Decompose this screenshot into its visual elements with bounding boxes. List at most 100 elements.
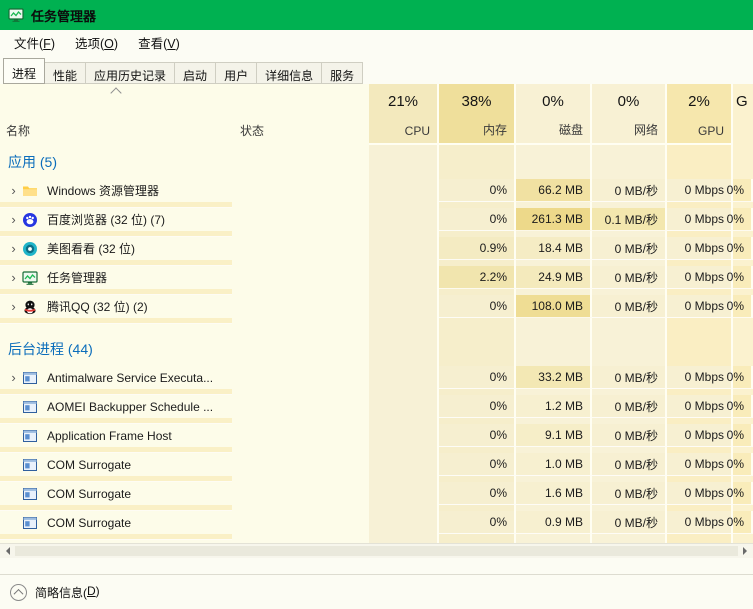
section-title: 后台进程 (44)	[8, 339, 93, 359]
process-row[interactable]: › Application Frame Host 0% 9.1 MB 0 MB/…	[0, 424, 753, 453]
process-status-cell	[369, 395, 439, 418]
cpu-value-cell: 0%	[439, 482, 516, 505]
tab-app-history[interactable]: 应用历史记录	[85, 62, 175, 84]
process-list: 应用 (5) › Windows 资源管理器 0% 66.2 MB 0 MB/秒…	[0, 145, 753, 543]
process-row[interactable]: › COM Surrogate 0% 1.0 MB 0 MB/秒 0 Mbps …	[0, 453, 753, 482]
process-name-cell: › 美图看看 (32 位)	[0, 237, 369, 260]
disk-value-cell: 0 MB/秒	[592, 511, 667, 534]
column-header-gpu[interactable]: 2% GPU	[667, 84, 733, 145]
network-value-cell: 0 Mbps	[667, 482, 733, 505]
section-title: 应用 (5)	[8, 152, 57, 172]
tab-services[interactable]: 服务	[321, 62, 363, 84]
menu-view[interactable]: 查看(V)	[128, 30, 190, 55]
process-name: 百度浏览器 (32 位) (7)	[47, 211, 165, 228]
process-status-cell	[369, 424, 439, 447]
task-manager-window: 任务管理器 文件(F) 选项(O) 查看(V) 进程 性能 应用历史记录 启动 …	[0, 0, 753, 609]
tab-performance[interactable]: 性能	[44, 62, 86, 84]
network-value-cell: 0 Mbps	[667, 366, 733, 389]
memory-column-label: 内存	[446, 121, 507, 138]
gpu-value-cell: 0%	[733, 366, 753, 389]
column-header-network[interactable]: 0% 网络	[592, 84, 667, 145]
disk-value-cell: 0 MB/秒	[592, 482, 667, 505]
process-row[interactable]: › AOMEI Backupper Schedule ... 0% 1.2 MB…	[0, 395, 753, 424]
cpu-value-cell: 0.9%	[439, 237, 516, 260]
menu-options[interactable]: 选项(O)	[65, 30, 128, 55]
fewer-details-label: 简略信息(D)	[35, 584, 100, 601]
tab-processes[interactable]: 进程	[3, 58, 45, 84]
scroll-right-button[interactable]	[738, 544, 753, 558]
column-header-memory[interactable]: 38% 内存	[439, 84, 516, 145]
bottom-spacer	[0, 558, 753, 574]
expand-chevron-icon[interactable]: ›	[5, 213, 22, 226]
generic-icon	[22, 486, 38, 502]
tabstrip: 进程 性能 应用历史记录 启动 用户 详细信息 服务	[0, 55, 753, 84]
fewer-details-button[interactable]: 简略信息(D)	[10, 584, 100, 601]
process-status-cell	[369, 511, 439, 534]
process-row[interactable]: › Antimalware Service Executa... 0% 33.2…	[0, 366, 753, 395]
process-name-cell: › COM Surrogate	[0, 482, 369, 505]
process-row[interactable]: › 任务管理器 2.2% 24.9 MB 0 MB/秒 0 Mbps 0%	[0, 266, 753, 295]
gpu-value-cell: 0%	[733, 237, 753, 260]
cpu-value-cell: 0%	[439, 295, 516, 318]
process-name: AOMEI Backupper Schedule ...	[47, 400, 213, 414]
expand-chevron-icon[interactable]: ›	[5, 242, 22, 255]
column-header-disk[interactable]: 0% 磁盘	[516, 84, 592, 145]
column-header-name[interactable]: 名称	[0, 84, 232, 145]
overflow-value-cell	[0, 534, 232, 540]
process-row[interactable]: › COM Surrogate 0% 1.6 MB 0 MB/秒 0 Mbps …	[0, 482, 753, 511]
gpu-value-cell: 0%	[733, 208, 753, 231]
disk-column-label: 磁盘	[523, 121, 583, 138]
tab-details[interactable]: 详细信息	[256, 62, 322, 84]
cpu-value-cell: 0%	[439, 208, 516, 231]
process-group-header[interactable]: 应用 (5)	[0, 145, 753, 179]
network-value-cell: 0 Mbps	[667, 179, 733, 202]
scroll-left-button[interactable]	[0, 544, 15, 558]
process-status-cell	[369, 208, 439, 231]
window-title: 任务管理器	[31, 6, 96, 25]
memory-value-cell: 33.2 MB	[516, 366, 592, 389]
footerbar: 简略信息(D)	[0, 574, 753, 609]
expand-chevron-icon[interactable]: ›	[5, 271, 22, 284]
column-header-cpu[interactable]: 21% CPU	[369, 84, 439, 145]
expand-chevron-icon[interactable]: ›	[5, 184, 22, 197]
process-name-cell: › 百度浏览器 (32 位) (7)	[0, 208, 369, 231]
task-manager-icon	[8, 7, 24, 23]
menu-file[interactable]: 文件(F)	[4, 30, 65, 55]
process-row[interactable]: › 百度浏览器 (32 位) (7) 0% 261.3 MB 0.1 MB/秒 …	[0, 208, 753, 237]
process-name: COM Surrogate	[47, 516, 131, 530]
process-status-cell	[369, 482, 439, 505]
process-status-cell	[369, 453, 439, 476]
process-name: 任务管理器	[47, 269, 107, 286]
process-name: COM Surrogate	[47, 487, 131, 501]
sort-ascending-icon	[110, 87, 121, 98]
process-row[interactable]: › Windows 资源管理器 0% 66.2 MB 0 MB/秒 0 Mbps…	[0, 179, 753, 208]
scrollbar-thumb[interactable]	[15, 546, 738, 556]
tab-startup[interactable]: 启动	[174, 62, 216, 84]
horizontal-scrollbar[interactable]	[0, 543, 753, 558]
network-value-cell: 0 Mbps	[667, 208, 733, 231]
disk-value-cell: 0.1 MB/秒	[592, 208, 667, 231]
gpu-value-cell: 0%	[733, 482, 753, 505]
process-row[interactable]: › 腾讯QQ (32 位) (2) 0% 108.0 MB 0 MB/秒 0 M…	[0, 295, 753, 324]
disk-value-cell: 0 MB/秒	[592, 453, 667, 476]
memory-value-cell: 108.0 MB	[516, 295, 592, 318]
scroll-right-icon	[743, 547, 751, 555]
column-header-overflow[interactable]: G	[733, 84, 753, 145]
memory-value-cell: 1.0 MB	[516, 453, 592, 476]
disk-value-cell: 0 MB/秒	[592, 237, 667, 260]
cpu-value-cell: 0%	[439, 424, 516, 447]
process-name: 美图看看 (32 位)	[47, 240, 135, 257]
process-row[interactable]: › COM Surrogate 0% 0.9 MB 0 MB/秒 0 Mbps …	[0, 511, 753, 540]
column-header-status[interactable]: 状态	[232, 84, 369, 145]
process-name-cell: › Application Frame Host	[0, 424, 369, 447]
generic-icon	[22, 428, 38, 444]
titlebar[interactable]: 任务管理器	[0, 0, 753, 30]
gpu-value-cell: 0%	[733, 295, 753, 318]
tab-users[interactable]: 用户	[215, 62, 257, 84]
process-group-header[interactable]: 后台进程 (44)	[0, 332, 753, 366]
network-value-cell: 0 Mbps	[667, 424, 733, 447]
expand-chevron-icon[interactable]: ›	[5, 371, 22, 384]
expand-chevron-icon[interactable]: ›	[5, 300, 22, 313]
process-row[interactable]: › 美图看看 (32 位) 0.9% 18.4 MB 0 MB/秒 0 Mbps…	[0, 237, 753, 266]
explorer-icon	[22, 183, 38, 199]
